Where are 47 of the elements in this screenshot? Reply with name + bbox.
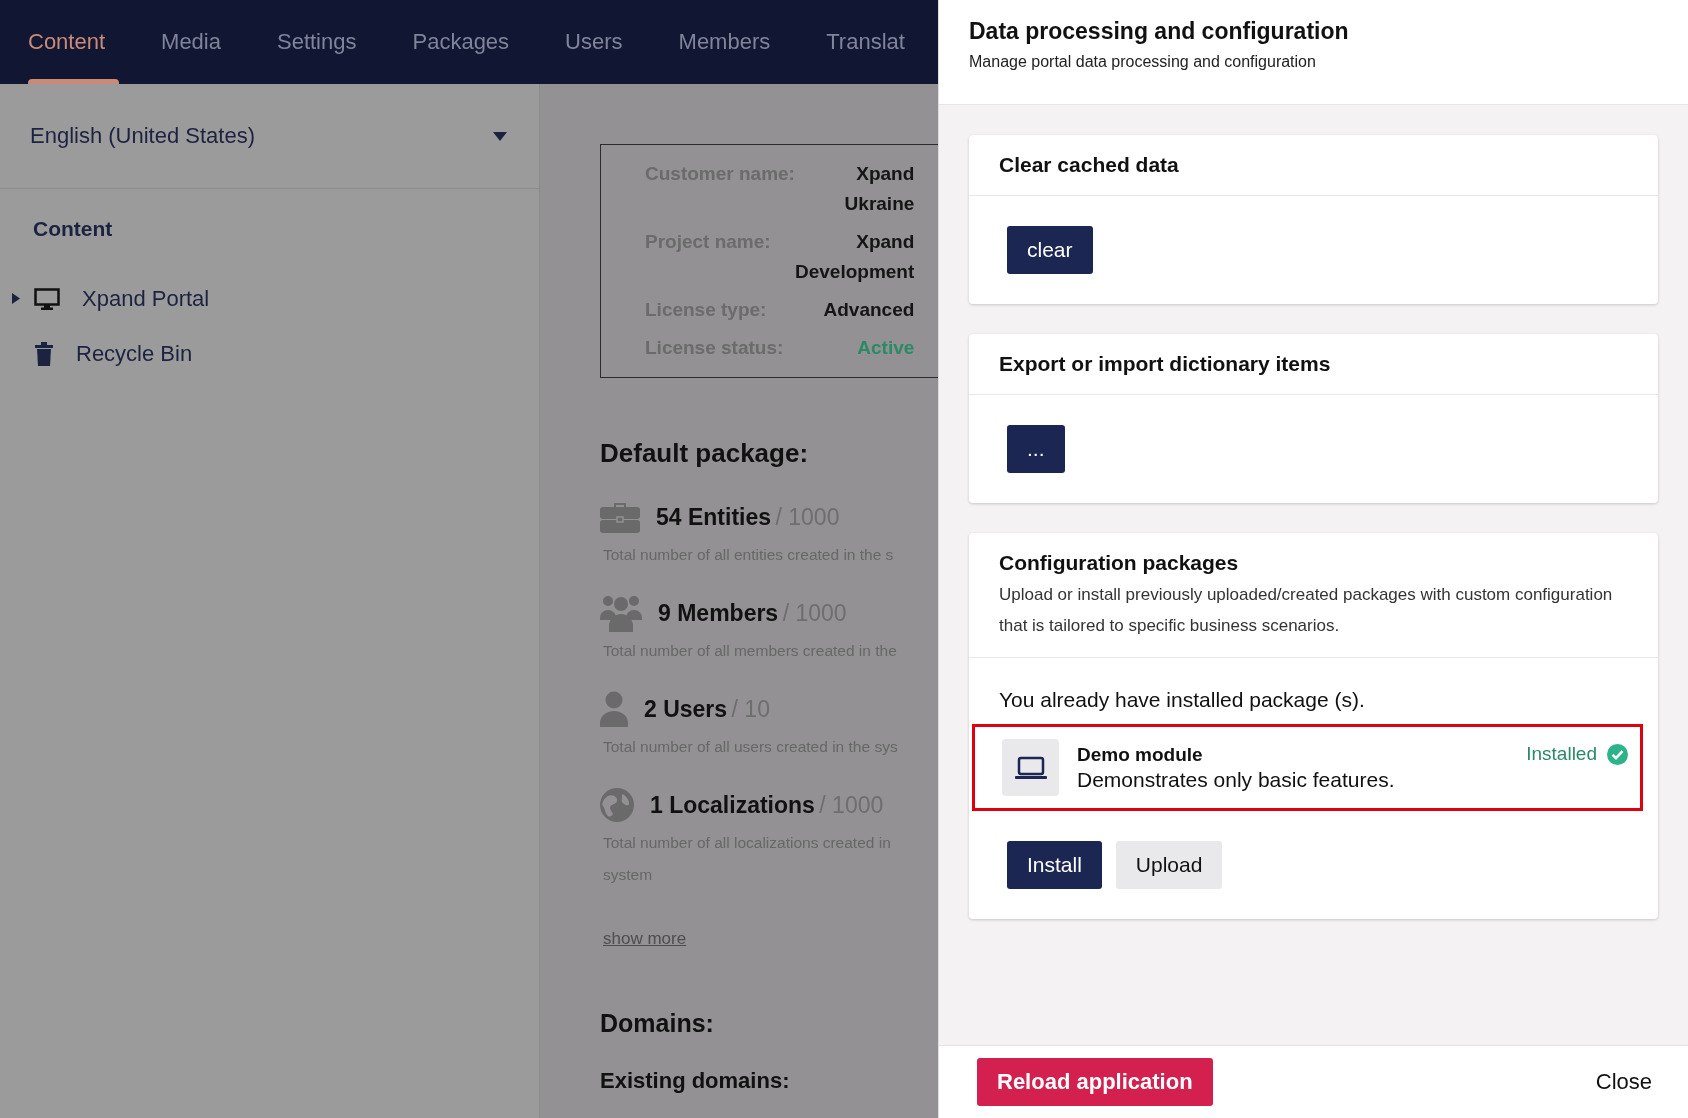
- reload-button[interactable]: Reload application: [977, 1058, 1213, 1106]
- count-text: 1 Localizations: [650, 791, 815, 818]
- card-description: Upload or install previously uploaded/created packages with custom configuration that is tailored to specific business scenarios.: [999, 584, 1614, 637]
- panel-subtitle: Manage portal data processing and configuration: [969, 53, 1317, 71]
- notice-text: You already have installed package (s).: [998, 687, 1366, 713]
- upload-button[interactable]: Upload: [1115, 841, 1223, 889]
- close-button[interactable]: Close: [1589, 1068, 1658, 1096]
- tree-item[interactable]: Recycle Bin: [0, 326, 539, 381]
- action-button[interactable]: clear: [1007, 226, 1093, 274]
- section-heading: Default package:: [600, 438, 810, 469]
- count-text: 2 Users: [644, 695, 728, 722]
- info-value: Xpand Development: [795, 230, 915, 284]
- nav-tab[interactable]: Members: [650, 0, 799, 84]
- monitor-icon: [34, 287, 60, 310]
- nav-tab[interactable]: Content: [0, 0, 134, 84]
- dropdown-arrow-icon: [493, 131, 507, 141]
- action-button[interactable]: ...: [1007, 425, 1065, 473]
- people-icon: [600, 594, 642, 632]
- card-title: Clear cached data: [999, 152, 1180, 178]
- status-text: Installed: [1526, 743, 1597, 765]
- card-title: Export or import dictionary items: [999, 351, 1332, 377]
- caret-icon[interactable]: [12, 293, 20, 304]
- package-description: Demonstrates only basic features.: [1077, 767, 1396, 792]
- tree-item[interactable]: Xpand Portal: [0, 271, 539, 326]
- count-text: 54 Entities: [656, 503, 772, 530]
- info-value: Xpand Ukraine: [843, 162, 915, 216]
- card-title: Configuration packages: [999, 550, 1240, 576]
- laptop-icon: [1002, 739, 1059, 796]
- nav-tab[interactable]: Settings: [249, 0, 385, 84]
- info-value: Advanced: [822, 298, 915, 322]
- section-title: Content: [32, 216, 114, 242]
- briefcase-icon: [600, 501, 640, 533]
- nav-tab[interactable]: Packages: [384, 0, 538, 84]
- package-name: Demo module: [1077, 743, 1204, 766]
- status-value: Active: [856, 336, 915, 360]
- nav-tab[interactable]: Users: [537, 0, 651, 84]
- section-heading: Domains:: [600, 1009, 715, 1038]
- subsection-heading: Existing domains:: [600, 1068, 791, 1094]
- user-icon: [600, 691, 628, 727]
- trash-icon: [34, 341, 54, 366]
- install-button[interactable]: Install: [1007, 841, 1102, 889]
- nav-tab[interactable]: Media: [133, 0, 249, 84]
- globe-icon: [600, 788, 634, 822]
- count-text: 9 Members: [658, 599, 779, 626]
- language-dropdown[interactable]: English (United States): [0, 84, 539, 189]
- panel-title: Data processing and configuration: [969, 18, 1350, 45]
- nav-tab[interactable]: Translat: [798, 0, 933, 84]
